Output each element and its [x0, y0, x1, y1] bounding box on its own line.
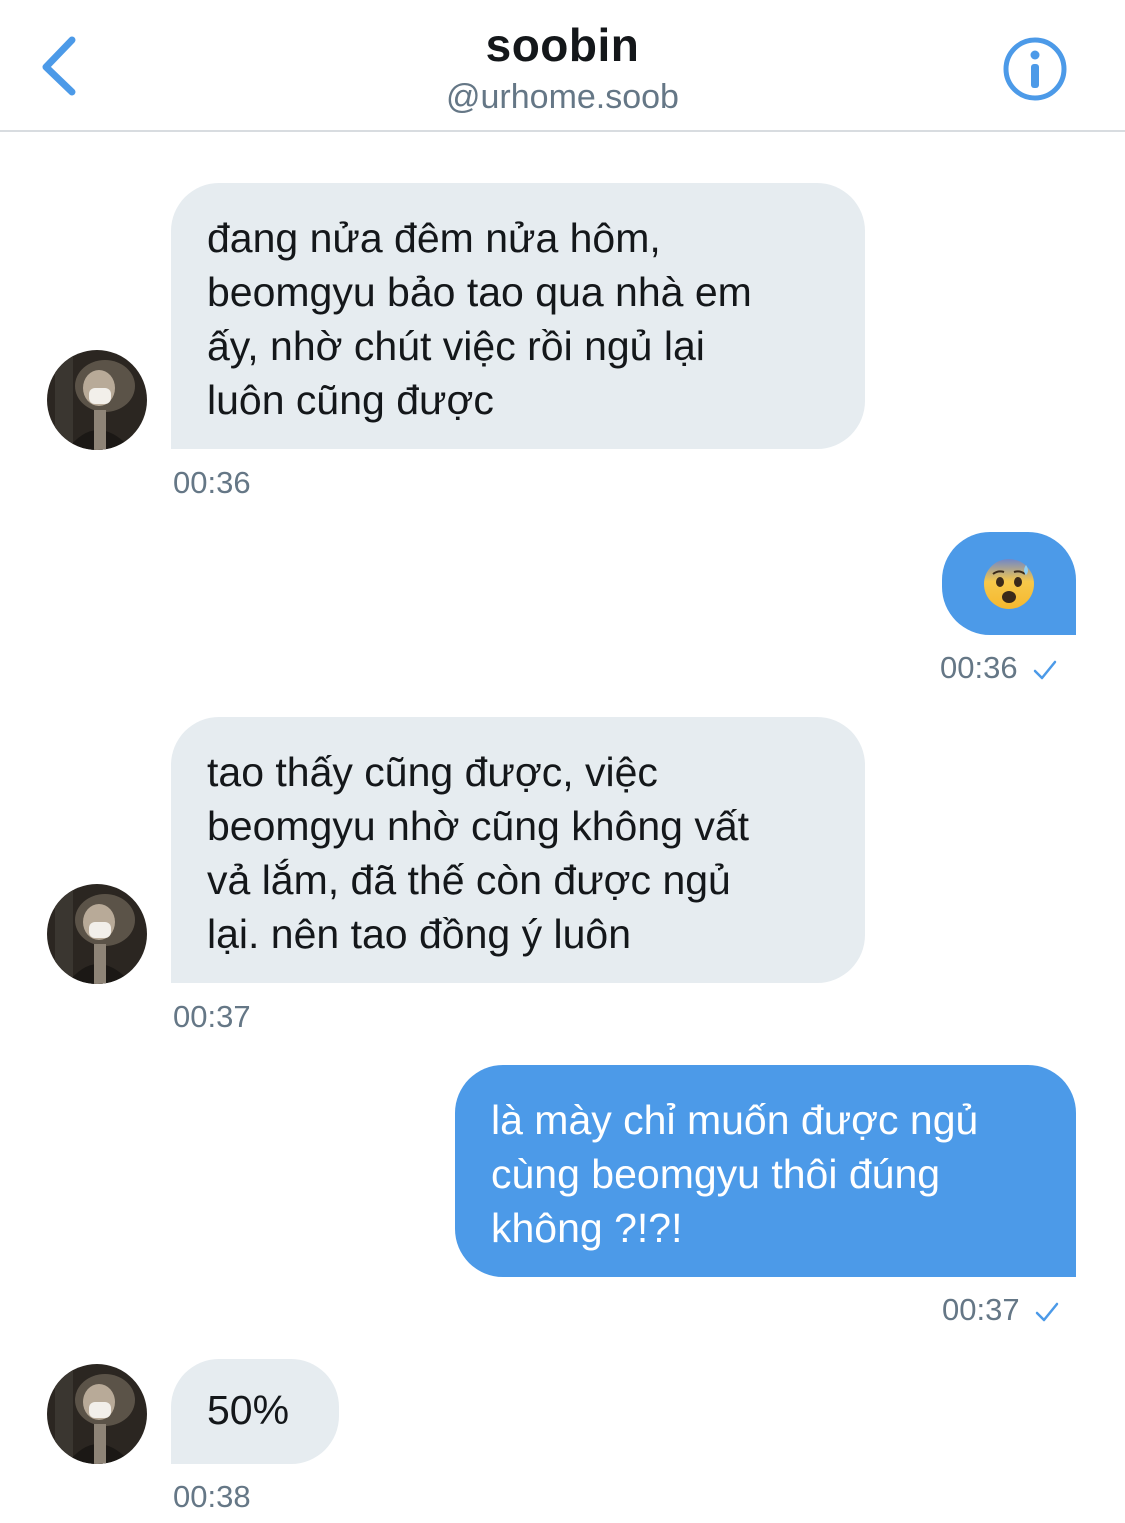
message-text: là mày chỉ muốn được ngủ cùng beomgyu th…	[491, 1097, 979, 1251]
message-timestamp: 00:38	[173, 1479, 251, 1514]
contact-handle[interactable]: @urhome.soob	[0, 78, 1125, 117]
timestamp-text: 00:36	[940, 650, 1018, 685]
info-icon	[1003, 37, 1067, 101]
message-bubble-outgoing[interactable]	[942, 532, 1076, 635]
info-button[interactable]	[1000, 35, 1070, 105]
read-check-icon	[1035, 1302, 1058, 1322]
anxious-face-with-sweat-icon	[984, 558, 1034, 609]
read-check-icon	[1033, 660, 1056, 680]
avatar[interactable]	[47, 350, 147, 450]
message-bubble-incoming[interactable]: 50%	[171, 1359, 339, 1464]
message-bubble-outgoing[interactable]: là mày chỉ muốn được ngủ cùng beomgyu th…	[455, 1065, 1076, 1277]
avatar-image	[47, 884, 147, 984]
message-text: 50%	[207, 1387, 290, 1433]
message-bubble-incoming[interactable]: đang nửa đêm nửa hôm, beomgyu bảo tao qu…	[171, 183, 865, 449]
timestamp-text: 00:37	[942, 1292, 1020, 1327]
message-timestamp: 00:37	[942, 1292, 1060, 1328]
avatar-image	[47, 1364, 147, 1464]
avatar[interactable]	[47, 884, 147, 984]
message-text: đang nửa đêm nửa hôm, beomgyu bảo tao qu…	[207, 215, 752, 423]
avatar[interactable]	[47, 1364, 147, 1464]
message-text: tao thấy cũng được, việc beomgyu nhờ cũn…	[207, 749, 750, 957]
conversation-header: soobin @urhome.soob	[0, 0, 1125, 132]
message-bubble-incoming[interactable]: tao thấy cũng được, việc beomgyu nhờ cũn…	[171, 717, 865, 983]
message-timestamp: 00:37	[173, 999, 251, 1034]
contact-name[interactable]: soobin	[0, 18, 1125, 72]
message-timestamp: 00:36	[940, 650, 1058, 686]
avatar-image	[47, 350, 147, 450]
message-timestamp: 00:36	[173, 465, 251, 500]
